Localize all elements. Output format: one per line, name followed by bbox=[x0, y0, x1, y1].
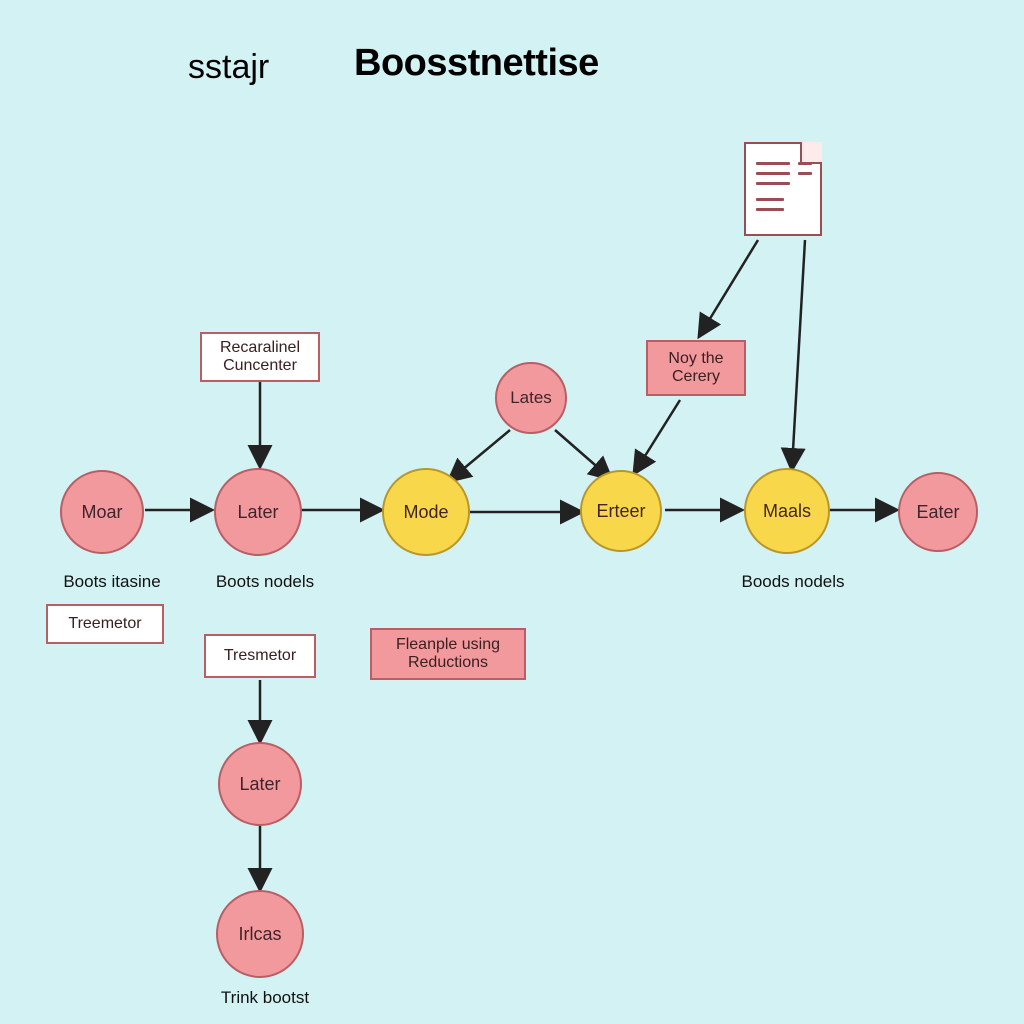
box-noy-the-cerery: Noy the Cerery bbox=[646, 340, 746, 396]
diagram-canvas: sstajr Boosstnettise bbox=[0, 0, 1024, 1024]
box-treemetor: Treemetor bbox=[46, 604, 164, 644]
node-later: Later bbox=[214, 468, 302, 556]
node-maals: Maals bbox=[744, 468, 830, 554]
node-mode: Mode bbox=[382, 468, 470, 556]
arrows-layer bbox=[0, 0, 1024, 1024]
node-eater: Eater bbox=[898, 472, 978, 552]
box-recaralinel: Recaralinel Cuncenter bbox=[200, 332, 320, 382]
caption-boots-nodels: Boots nodels bbox=[200, 572, 330, 592]
node-irlcas: Irlcas bbox=[216, 890, 304, 978]
caption-boots-itasine: Boots itasine bbox=[52, 572, 172, 592]
title-big: Boosstnettise bbox=[354, 42, 599, 85]
caption-trink-bootst: Trink bootst bbox=[200, 988, 330, 1008]
title-small: sstajr bbox=[188, 48, 269, 87]
node-lates: Lates bbox=[495, 362, 567, 434]
node-later-2: Later bbox=[218, 742, 302, 826]
document-icon bbox=[744, 142, 822, 236]
node-erteer: Erteer bbox=[580, 470, 662, 552]
box-tresmetor: Tresmetor bbox=[204, 634, 316, 678]
box-fleanple-reductions: Fleanple using Reductions bbox=[370, 628, 526, 680]
caption-boods-nodels: Boods nodels bbox=[728, 572, 858, 592]
node-moar: Moar bbox=[60, 470, 144, 554]
